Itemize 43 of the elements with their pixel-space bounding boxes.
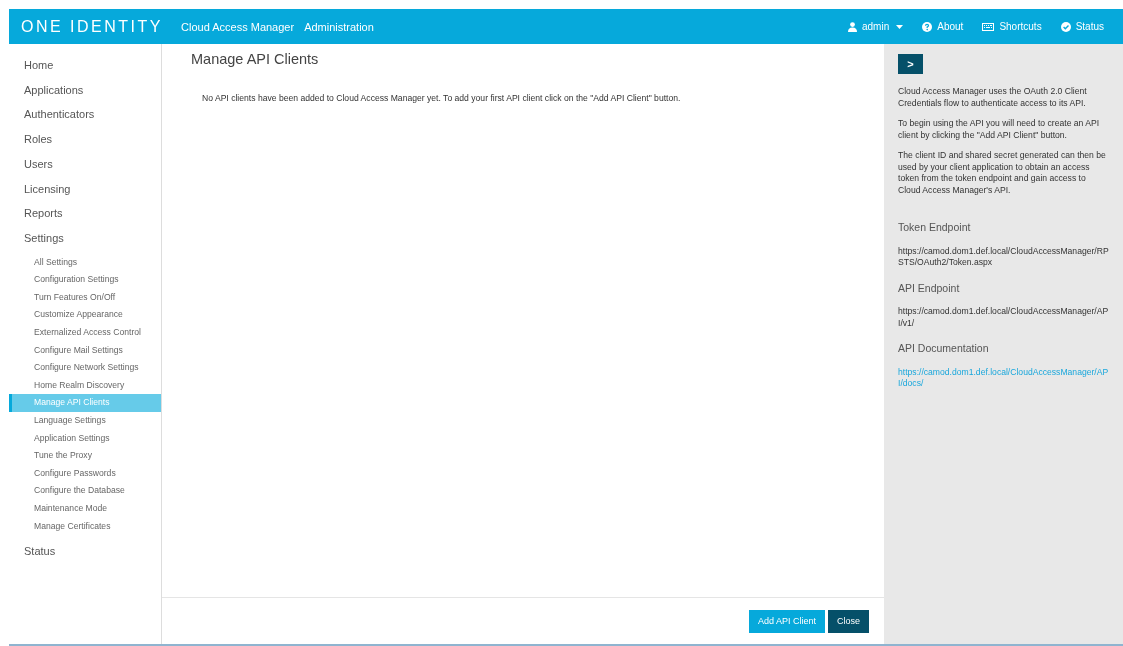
user-icon — [848, 21, 857, 32]
nav-subitem[interactable]: Configure the Database — [9, 482, 161, 500]
nav-subitem[interactable]: All Settings — [9, 253, 161, 272]
nav-subitem[interactable]: Externalized Access Control — [9, 324, 161, 342]
close-button[interactable]: Close — [828, 609, 869, 633]
nav-subitem[interactable]: Manage Certificates — [9, 517, 161, 536]
section-name: Administration — [304, 20, 374, 33]
nav-subitem[interactable]: Application Settings — [9, 429, 161, 448]
nav-subitem[interactable]: Maintenance Mode — [9, 499, 161, 518]
nav-item[interactable]: Users — [9, 151, 161, 177]
section-heading: API Endpoint — [898, 282, 961, 294]
nav-subitem[interactable]: Configure Mail Settings — [9, 341, 161, 360]
nav-item[interactable]: Reports — [9, 201, 161, 226]
nav-item[interactable]: Status — [9, 539, 161, 564]
check-circle-icon — [1060, 21, 1071, 32]
endpoint-url: https://camod.dom1.def.local/CloudAccessManager/API/v1/ — [898, 306, 1109, 329]
caret-icon — [896, 24, 904, 29]
nav-item[interactable]: Licensing — [9, 176, 161, 202]
nav-item[interactable]: Settings — [9, 225, 161, 251]
nav-item[interactable]: Applications — [9, 77, 161, 103]
nav-item[interactable]: Authenticators — [9, 102, 161, 128]
nav-subitem[interactable]: Configure Passwords — [9, 464, 161, 483]
help-icon — [922, 21, 933, 32]
product-name: Cloud Access Manager — [181, 20, 295, 33]
help-text: The client ID and shared secret generated can then be used by your client application to obtain an access token from the token endpoint and gain access to Cloud Access Manager's API. — [898, 150, 1107, 196]
section-heading: API Documentation — [898, 343, 990, 355]
keyboard-icon — [982, 22, 995, 31]
nav-subitem[interactable]: Customize Appearance — [9, 306, 161, 324]
nav-item[interactable]: Roles — [9, 127, 161, 152]
empty-message: No API clients have been added to Cloud Access Manager yet. To add your first API client click on the "Add API Client" button. — [201, 92, 682, 103]
page-title: Manage API Clients — [190, 50, 320, 67]
section-heading: Token Endpoint — [898, 222, 972, 234]
nav-subitem[interactable]: Language Settings — [9, 411, 161, 430]
nav-subitem[interactable]: Turn Features On/Off — [9, 288, 161, 307]
nav-subitem[interactable]: Configure Network Settings — [9, 359, 161, 377]
nav-subitem[interactable]: Configuration Settings — [9, 271, 161, 289]
nav-subitem[interactable]: Home Realm Discovery — [9, 376, 161, 395]
panel-toggle-button[interactable]: > — [898, 54, 923, 74]
nav-item[interactable]: Home — [9, 53, 161, 78]
nav-subitem[interactable]: Tune the Proxy — [9, 447, 161, 465]
help-text: To begin using the API you will need to create an API client by clicking the "Add API Client" button. — [898, 118, 1101, 141]
help-text: Cloud Access Manager uses the OAuth 2.0 Client Credentials flow to authenticate access to its API. — [898, 86, 1088, 109]
endpoint-url: https://camod.dom1.def.local/CloudAccessManager/RPSTS/OAuth2/Token.aspx — [898, 245, 1109, 269]
